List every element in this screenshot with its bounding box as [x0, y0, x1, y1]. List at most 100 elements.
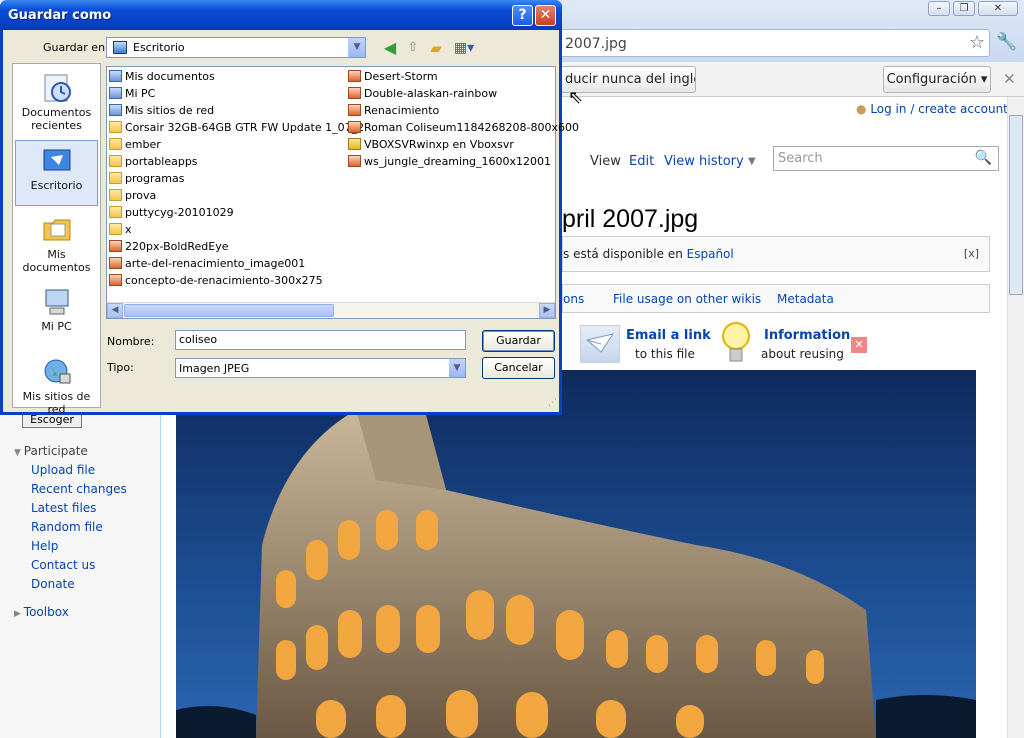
folder-icon: [109, 138, 122, 150]
place-network[interactable]: Mis sitios de red: [13, 356, 100, 416]
sidebar-link[interactable]: Upload file: [31, 463, 95, 477]
image-file-icon: [348, 104, 361, 116]
file-tab-sections[interactable]: ons: [563, 292, 584, 306]
dialog-titlebar[interactable]: Guardar como ? ✕: [0, 0, 562, 30]
file-item[interactable]: prova: [109, 189, 156, 202]
toolbox-header[interactable]: ▶ Toolbox: [14, 605, 69, 619]
search-icon[interactable]: 🔍: [975, 150, 992, 166]
save-in-select[interactable]: Escritorio ▼: [106, 37, 366, 58]
place-my-computer[interactable]: Mi PC: [13, 286, 100, 333]
image-file-icon: [109, 240, 122, 252]
file-item[interactable]: puttycyg-20101029: [109, 206, 234, 219]
page-scrollbar[interactable]: [1007, 97, 1024, 738]
file-item[interactable]: Corsair 32GB-64GB GTR FW Update 1_07_2: [109, 121, 364, 134]
filename-input[interactable]: coliseo: [175, 330, 466, 350]
place-recent[interactable]: Documentos recientes: [13, 72, 100, 132]
mouse-cursor-icon: ⇖: [568, 87, 584, 108]
scroll-right-icon[interactable]: ▶: [539, 303, 555, 318]
file-item[interactable]: programas: [109, 172, 184, 185]
file-name: programas: [125, 172, 185, 185]
place-my-documents[interactable]: Mis documentos: [13, 214, 100, 274]
folder-icon: [43, 219, 70, 241]
config-button[interactable]: Configuración ▾: [883, 66, 991, 93]
folder-icon: [109, 155, 122, 167]
email-link-subtitle: to this file: [635, 347, 695, 361]
minimize-button[interactable]: –: [928, 1, 950, 16]
place-label: Mis sitios de red: [22, 390, 91, 416]
file-name: arte-del-renacimiento_image001: [125, 257, 306, 270]
never-translate-button[interactable]: ducir nunca del inglés: [540, 66, 696, 93]
file-item[interactable]: ws_jungle_dreaming_1600x12001: [348, 155, 551, 168]
file-tab-global-usage[interactable]: File usage on other wikis: [613, 292, 761, 306]
search-placeholder: Search: [778, 151, 823, 166]
dialog-close-button[interactable]: ✕: [535, 5, 556, 26]
maximize-button[interactable]: ❐: [953, 1, 975, 16]
scroll-left-icon[interactable]: ◀: [107, 303, 123, 318]
scrollbar-thumb[interactable]: [1009, 115, 1023, 295]
infobar-close-icon[interactable]: ✕: [1003, 70, 1016, 88]
chevron-down-icon[interactable]: ▼: [348, 38, 365, 57]
file-item[interactable]: portableapps: [109, 155, 198, 168]
tab-view[interactable]: View: [590, 154, 621, 169]
new-folder-icon[interactable]: ▰: [427, 40, 445, 56]
file-item[interactable]: ember: [109, 138, 161, 151]
place-desktop[interactable]: Escritorio: [15, 140, 98, 206]
star-icon[interactable]: ☆: [969, 32, 985, 53]
file-item[interactable]: Mi PC: [109, 87, 155, 100]
language-notice: s está disponible en Español [x]: [562, 236, 990, 272]
sidebar-link[interactable]: Contact us: [31, 558, 95, 572]
save-button[interactable]: Guardar: [482, 330, 555, 352]
email-link-title[interactable]: Email a link: [626, 328, 711, 343]
resize-grip-icon[interactable]: ⋰: [548, 398, 557, 408]
close-window-button[interactable]: ✕: [978, 1, 1018, 16]
file-name: Mis sitios de red: [125, 104, 215, 117]
participate-header[interactable]: ▼ Participate: [14, 444, 88, 458]
horizontal-scrollbar[interactable]: ◀ ▶: [107, 302, 555, 318]
file-item[interactable]: Renacimiento: [348, 104, 439, 117]
language-notice-close[interactable]: [x]: [964, 247, 979, 260]
sidebar-link[interactable]: Help: [31, 539, 58, 553]
login-link[interactable]: ● Log in / create account: [856, 102, 1008, 116]
email-icon[interactable]: [580, 325, 620, 363]
file-item[interactable]: arte-del-renacimiento_image001: [109, 257, 305, 270]
lightbulb-icon[interactable]: [720, 321, 752, 367]
image-file-icon: [348, 121, 361, 133]
filetype-select[interactable]: Imagen JPEG ▼: [175, 358, 466, 378]
file-item[interactable]: concepto-de-renacimiento-300x275: [109, 274, 323, 287]
address-bar[interactable]: 2007.jpg ☆: [540, 29, 990, 57]
sidebar-link[interactable]: Donate: [31, 577, 75, 591]
file-item[interactable]: Mis documentos: [109, 70, 215, 83]
wiki-search-input[interactable]: Search 🔍: [773, 146, 999, 171]
chevron-down-icon[interactable]: ▼: [449, 359, 465, 377]
dialog-title: Guardar como: [8, 8, 112, 23]
file-item[interactable]: Mis sitios de red: [109, 104, 214, 117]
back-icon[interactable]: ◀: [381, 40, 399, 56]
sidebar-link[interactable]: Recent changes: [31, 482, 127, 496]
help-button[interactable]: ?: [512, 5, 533, 26]
file-item[interactable]: Double-alaskan-rainbow: [348, 87, 497, 100]
tab-edit[interactable]: Edit: [629, 154, 654, 169]
file-item[interactable]: Roman Coliseum1184268208-800x600: [348, 121, 579, 134]
triangle-down-icon: ▼: [14, 448, 24, 458]
file-item[interactable]: 220px-BoldRedEye: [109, 240, 229, 253]
view-menu-icon[interactable]: ▦▾: [451, 40, 477, 56]
file-list[interactable]: Mis documentos Mi PC Mis sitios de red Cors…: [106, 66, 579, 319]
place-label: Documentos recientes: [21, 106, 92, 132]
wrench-icon[interactable]: 🔧: [996, 32, 1017, 52]
file-item[interactable]: x: [109, 223, 132, 236]
scrollbar-thumb[interactable]: [124, 304, 334, 317]
information-title[interactable]: Information: [764, 328, 850, 343]
file-tab-metadata[interactable]: Metadata: [777, 292, 834, 306]
sidebar-link[interactable]: Random file: [31, 520, 103, 534]
sidebar-link[interactable]: Latest files: [31, 501, 96, 515]
dismiss-icon[interactable]: ✕: [851, 337, 867, 353]
file-name: Double-alaskan-rainbow: [364, 87, 498, 100]
more-dropdown-icon[interactable]: ▼: [748, 156, 756, 167]
file-item[interactable]: Desert-Storm: [348, 70, 438, 83]
file-item[interactable]: VBOXSVRwinxp en Vboxsvr: [348, 138, 514, 151]
cancel-button[interactable]: Cancelar: [482, 357, 555, 379]
language-link[interactable]: Español: [687, 247, 734, 261]
up-folder-icon[interactable]: ⇧: [404, 40, 422, 56]
login-label: Log in / create account: [870, 102, 1008, 116]
tab-history[interactable]: View history: [664, 154, 744, 169]
